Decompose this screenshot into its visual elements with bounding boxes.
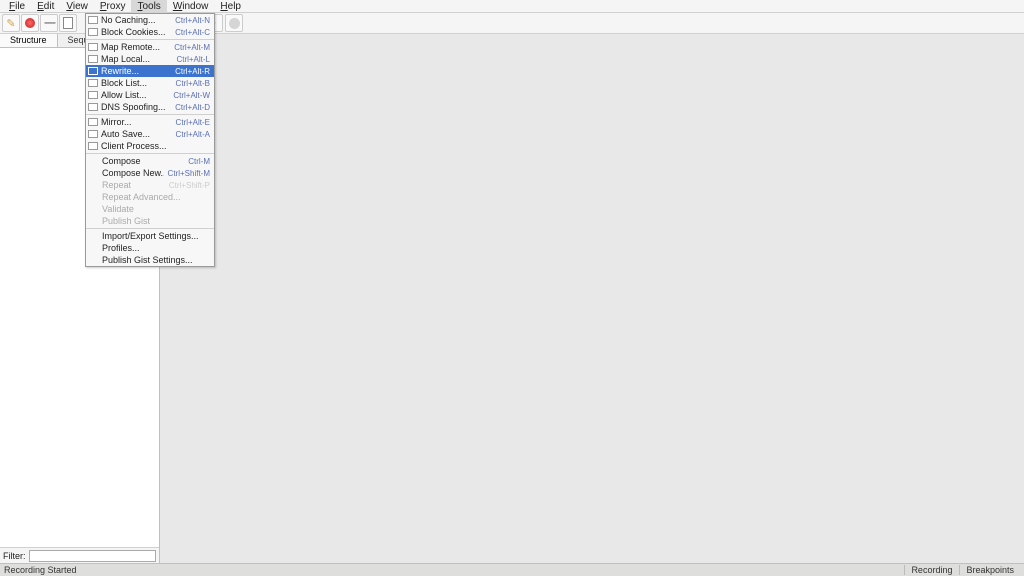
menu-item-label: Repeat Advanced...: [102, 192, 210, 202]
record-button[interactable]: [21, 14, 39, 32]
menu-item-label: Block Cookies...: [101, 27, 171, 37]
detail-pane: [160, 34, 1024, 563]
filter-row: Filter:: [0, 547, 159, 563]
menu-item-client-process[interactable]: Client Process...: [86, 140, 214, 152]
menu-item-label: Map Local...: [101, 54, 172, 64]
menu-item-label: No Caching...: [101, 15, 171, 25]
menu-item-shortcut: Ctrl+Alt-E: [176, 118, 210, 127]
menu-item-shortcut: Ctrl+Alt-N: [175, 16, 210, 25]
menu-help[interactable]: Help: [214, 0, 247, 13]
globe-icon: [229, 18, 240, 29]
menu-item-shortcut: Ctrl+Alt-R: [175, 67, 210, 76]
menu-item-label: Publish Gist Settings...: [102, 255, 210, 265]
menu-item-shortcut: Ctrl+Alt-W: [173, 91, 210, 100]
menu-separator: [86, 114, 214, 115]
checkbox-icon: [88, 16, 98, 24]
menu-item-label: Import/Export Settings...: [102, 231, 210, 241]
menu-separator: [86, 39, 214, 40]
status-indicators: RecordingBreakpoints: [904, 565, 1020, 575]
checkbox-icon: [88, 28, 98, 36]
menu-item-map-local[interactable]: Map Local... Ctrl+Alt-L: [86, 53, 214, 65]
menu-item-shortcut: Ctrl-M: [188, 157, 210, 166]
menu-item-publish-gist-settings[interactable]: Publish Gist Settings...: [86, 254, 214, 266]
menu-item-shortcut: Ctrl+Shift-M: [168, 169, 210, 178]
menu-item-label: Mirror...: [101, 117, 172, 127]
menu-item-shortcut: Ctrl+Alt-D: [175, 103, 210, 112]
statusbar: Recording Started RecordingBreakpoints: [0, 563, 1024, 576]
filter-input[interactable]: [29, 550, 157, 562]
menu-item-compose[interactable]: Compose Ctrl-M: [86, 155, 214, 167]
menu-item-repeat: Repeat Ctrl+Shift-P: [86, 179, 214, 191]
checkbox-icon: [88, 43, 98, 51]
menu-separator: [86, 153, 214, 154]
menu-item-label: Validate: [102, 204, 210, 214]
status-breakpoints[interactable]: Breakpoints: [959, 565, 1020, 575]
menu-item-repeat-advanced: Repeat Advanced...: [86, 191, 214, 203]
status-message: Recording Started: [4, 565, 77, 575]
menu-item-shortcut: Ctrl+Alt-C: [175, 28, 210, 37]
menu-view[interactable]: View: [60, 0, 94, 13]
menu-separator: [86, 228, 214, 229]
record-icon: [25, 18, 35, 28]
menu-proxy[interactable]: Proxy: [94, 0, 132, 13]
menu-item-dns-spoofing[interactable]: DNS Spoofing... Ctrl+Alt-D: [86, 101, 214, 113]
tab-structure[interactable]: Structure: [0, 34, 58, 47]
pause-button[interactable]: ―: [40, 14, 58, 32]
menu-item-shortcut: Ctrl+Shift-P: [169, 181, 210, 190]
menu-item-label: Auto Save...: [101, 129, 172, 139]
menu-item-label: Allow List...: [101, 90, 169, 100]
pause-icon: ―: [45, 17, 54, 29]
menu-item-validate: Validate: [86, 203, 214, 215]
menu-item-compose-new[interactable]: Compose New... Ctrl+Shift-M: [86, 167, 214, 179]
menubar: FileEditViewProxyToolsWindowHelp: [0, 0, 1024, 13]
menu-item-no-caching[interactable]: No Caching... Ctrl+Alt-N: [86, 14, 214, 26]
checkbox-icon: [88, 55, 98, 63]
checkbox-icon: [88, 103, 98, 111]
menu-file[interactable]: File: [3, 0, 31, 13]
menu-item-import-export-settings[interactable]: Import/Export Settings...: [86, 230, 214, 242]
menu-item-auto-save[interactable]: Auto Save... Ctrl+Alt-A: [86, 128, 214, 140]
checkbox-icon: [88, 79, 98, 87]
menu-item-mirror[interactable]: Mirror... Ctrl+Alt-E: [86, 116, 214, 128]
checkbox-icon: [88, 67, 98, 75]
pencil-icon: ✎: [6, 17, 15, 30]
menu-tools[interactable]: Tools: [131, 0, 166, 13]
menu-window[interactable]: Window: [167, 0, 215, 13]
menu-item-label: Profiles...: [102, 243, 210, 253]
globe-button[interactable]: [225, 14, 243, 32]
menu-item-label: Block List...: [101, 78, 172, 88]
document-icon: [63, 17, 73, 29]
separator: [78, 14, 84, 32]
menu-item-shortcut: Ctrl+Alt-A: [176, 130, 210, 139]
checkbox-icon: [88, 118, 98, 126]
menu-item-label: Publish Gist: [102, 216, 210, 226]
filter-label: Filter:: [3, 551, 26, 561]
menu-item-map-remote[interactable]: Map Remote... Ctrl+Alt-M: [86, 41, 214, 53]
menu-item-label: Map Remote...: [101, 42, 170, 52]
checkbox-icon: [88, 130, 98, 138]
menu-item-rewrite[interactable]: Rewrite... Ctrl+Alt-R: [86, 65, 214, 77]
menu-item-profiles[interactable]: Profiles...: [86, 242, 214, 254]
edit-pencil-button[interactable]: ✎: [2, 14, 20, 32]
menu-item-label: DNS Spoofing...: [101, 102, 171, 112]
menu-item-label: Compose: [102, 156, 184, 166]
menu-item-shortcut: Ctrl+Alt-M: [174, 43, 210, 52]
menu-item-label: Rewrite...: [101, 66, 171, 76]
menu-item-label: Compose New...: [102, 168, 164, 178]
menu-item-label: Client Process...: [101, 141, 210, 151]
menu-item-block-cookies[interactable]: Block Cookies... Ctrl+Alt-C: [86, 26, 214, 38]
doc-button[interactable]: [59, 14, 77, 32]
menu-item-shortcut: Ctrl+Alt-B: [176, 79, 210, 88]
menu-item-label: Repeat: [102, 180, 165, 190]
menu-edit[interactable]: Edit: [31, 0, 60, 13]
checkbox-icon: [88, 91, 98, 99]
menu-item-block-list[interactable]: Block List... Ctrl+Alt-B: [86, 77, 214, 89]
checkbox-icon: [88, 142, 98, 150]
menu-item-publish-gist: Publish Gist: [86, 215, 214, 227]
menu-item-shortcut: Ctrl+Alt-L: [176, 55, 210, 64]
tools-menu-dropdown: No Caching...Ctrl+Alt-NBlock Cookies...C…: [85, 13, 215, 267]
status-recording[interactable]: Recording: [904, 565, 958, 575]
menu-item-allow-list[interactable]: Allow List... Ctrl+Alt-W: [86, 89, 214, 101]
